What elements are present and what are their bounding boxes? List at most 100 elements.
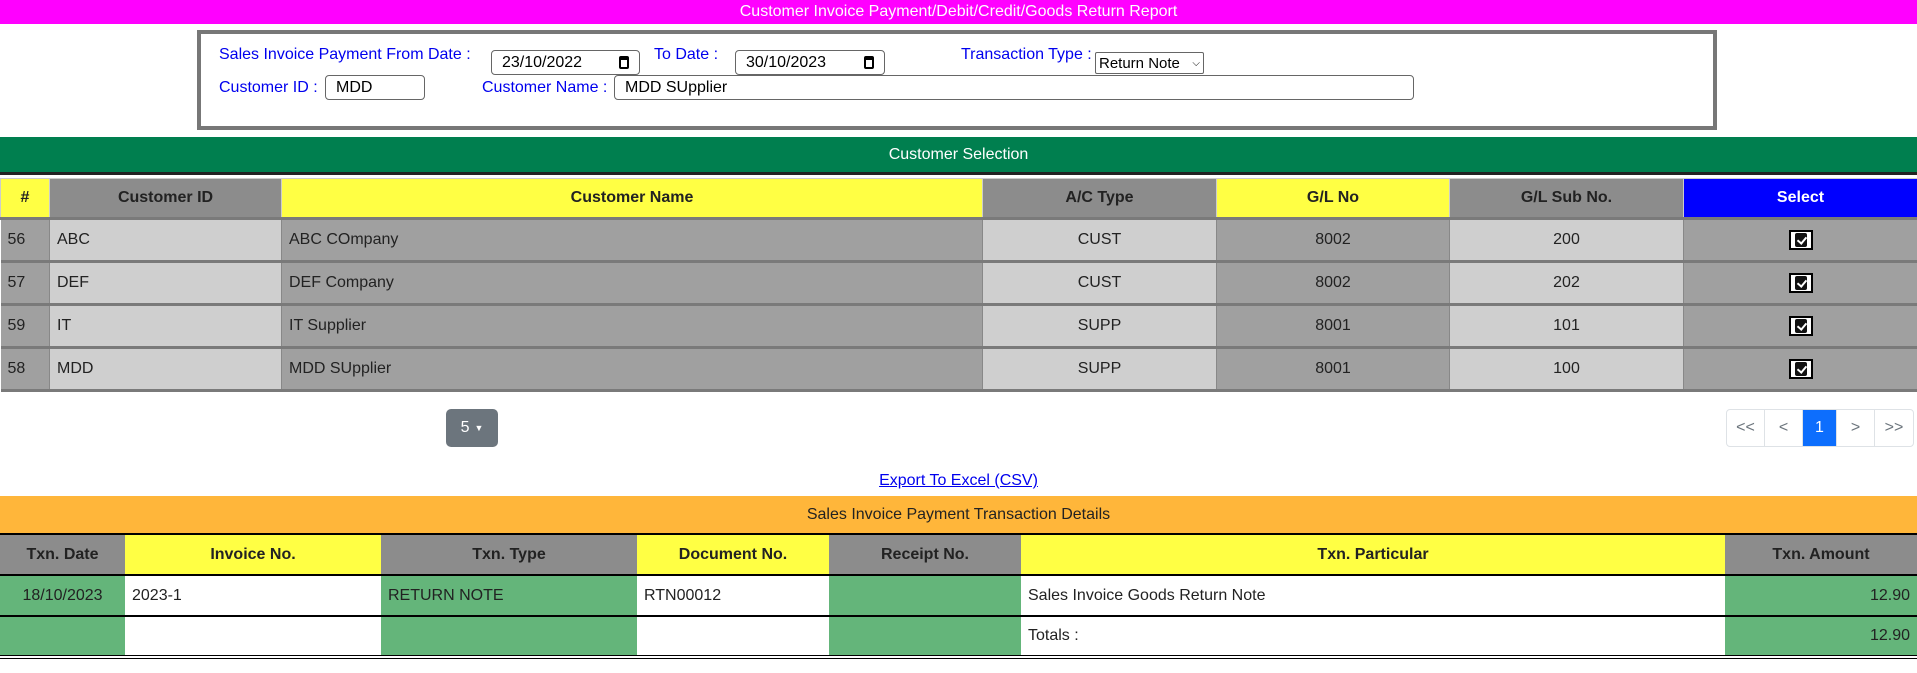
customer-selection-title: Customer Selection [0, 137, 1917, 175]
col-header: A/C Type [982, 178, 1217, 219]
txn-type-value: Return Note [1099, 54, 1180, 72]
ac-type: SUPP [982, 303, 1217, 349]
customer-table: # Customer ID Customer Name A/C Type G/L… [0, 178, 1917, 392]
export-csv-link[interactable]: Export To Excel (CSV) [0, 472, 1917, 490]
report-title: Customer Invoice Payment/Debit/Credit/Go… [0, 0, 1917, 24]
prev-page-button[interactable]: < [1765, 410, 1803, 446]
table-row: 57 DEF DEF Company CUST 8002 202 [0, 260, 1917, 306]
gl-sub-no: 100 [1449, 346, 1684, 392]
customer-id: MDD [49, 346, 282, 392]
col-header: Select [1683, 178, 1917, 219]
select-checkbox[interactable] [1788, 273, 1813, 293]
col-header: Txn. Particular [1021, 535, 1725, 575]
empty-cell [829, 615, 1021, 657]
ac-type: CUST [982, 217, 1217, 263]
table-row: 56 ABC ABC COmpany CUST 8002 200 [0, 217, 1917, 263]
transactions-table: Txn. Date Invoice No. Txn. Type Document… [0, 535, 1917, 659]
col-header: # [0, 178, 50, 219]
ac-type: SUPP [982, 346, 1217, 392]
select-checkbox[interactable] [1788, 230, 1813, 250]
col-header: Customer ID [49, 178, 282, 219]
row-number: 56 [0, 217, 50, 263]
transactions-title: Sales Invoice Payment Transaction Detail… [0, 496, 1917, 535]
empty-cell [381, 615, 637, 657]
calendar-icon[interactable] [619, 56, 629, 69]
to-date-input[interactable]: 30/10/2023 [735, 50, 885, 75]
to-date-label: To Date : [654, 46, 719, 63]
page-size-dropdown[interactable]: 5 ▼ [446, 409, 498, 447]
col-header: G/L No [1216, 178, 1450, 219]
document-no: RTN00012 [637, 574, 829, 616]
row-number: 59 [0, 303, 50, 349]
select-cell [1683, 217, 1917, 263]
gl-sub-no: 202 [1449, 260, 1684, 306]
from-date-input[interactable]: 23/10/2022 [491, 50, 640, 75]
col-header: Txn. Amount [1725, 535, 1917, 575]
customer-id: ABC [49, 217, 282, 263]
col-header: Invoice No. [125, 535, 381, 575]
row-number: 57 [0, 260, 50, 306]
select-checkbox[interactable] [1788, 359, 1813, 379]
col-header: Customer Name [281, 178, 983, 219]
customer-name: MDD SUpplier [281, 346, 983, 392]
customer-name: DEF Company [281, 260, 983, 306]
txn-type-select[interactable]: Return Note ⌵ [1095, 52, 1204, 74]
totals-label: Totals : [1021, 615, 1725, 657]
ac-type: CUST [982, 260, 1217, 306]
customer-name-label: Customer Name : [482, 79, 608, 96]
total-amount: 12.90 [1725, 615, 1917, 657]
customer-name-input[interactable]: MDD SUpplier [614, 75, 1414, 100]
col-header: Txn. Date [0, 535, 125, 575]
gl-no: 8001 [1216, 303, 1450, 349]
from-date-value: 23/10/2022 [502, 53, 583, 71]
to-date-value: 30/10/2023 [746, 53, 827, 71]
page-size-value: 5 [460, 419, 470, 436]
col-header: Receipt No. [829, 535, 1021, 575]
row-number: 58 [0, 346, 50, 392]
table-header: # Customer ID Customer Name A/C Type G/L… [0, 178, 1917, 219]
customer-id-input[interactable]: MDD [325, 75, 425, 100]
select-cell [1683, 303, 1917, 349]
table-row: 59 IT IT Supplier SUPP 8001 101 [0, 303, 1917, 349]
totals-row: Totals : 12.90 [0, 615, 1917, 657]
col-header: Document No. [637, 535, 829, 575]
col-header: G/L Sub No. [1449, 178, 1684, 219]
empty-cell [0, 615, 125, 657]
chevron-down-icon: ⌵ [1192, 57, 1200, 69]
txn-amount: 12.90 [1725, 574, 1917, 616]
filter-panel: Sales Invoice Payment From Date : 23/10/… [197, 30, 1717, 130]
txn-particular: Sales Invoice Goods Return Note [1021, 574, 1725, 616]
gl-sub-no: 200 [1449, 217, 1684, 263]
customer-id: DEF [49, 260, 282, 306]
next-page-button[interactable]: > [1837, 410, 1875, 446]
gl-no: 8002 [1216, 217, 1450, 263]
select-cell [1683, 260, 1917, 306]
gl-no: 8002 [1216, 260, 1450, 306]
gl-sub-no: 101 [1449, 303, 1684, 349]
last-page-button[interactable]: >> [1875, 410, 1913, 446]
table-row: 58 MDD MDD SUpplier SUPP 8001 100 [0, 346, 1917, 392]
customer-name: ABC COmpany [281, 217, 983, 263]
customer-name-value: MDD SUpplier [625, 78, 728, 96]
empty-cell [637, 615, 829, 657]
first-page-button[interactable]: << [1727, 410, 1765, 446]
from-date-label: Sales Invoice Payment From Date : [219, 46, 471, 63]
col-header: Txn. Type [381, 535, 637, 575]
table-header: Txn. Date Invoice No. Txn. Type Document… [0, 535, 1917, 575]
txn-type: RETURN NOTE [381, 574, 637, 616]
gl-no: 8001 [1216, 346, 1450, 392]
customer-id-value: MDD [336, 78, 373, 96]
table-row: 18/10/2023 2023-1 RETURN NOTE RTN00012 S… [0, 574, 1917, 616]
calendar-icon[interactable] [864, 56, 874, 69]
select-checkbox[interactable] [1788, 316, 1813, 336]
customer-name: IT Supplier [281, 303, 983, 349]
txn-type-label: Transaction Type : [961, 46, 1092, 63]
page-1-button[interactable]: 1 [1803, 410, 1837, 446]
invoice-no: 2023-1 [125, 574, 381, 616]
customer-id-label: Customer ID : [219, 79, 318, 96]
customer-id: IT [49, 303, 282, 349]
txn-date: 18/10/2023 [0, 574, 125, 616]
empty-cell [125, 615, 381, 657]
receipt-no [829, 574, 1021, 616]
caret-down-icon: ▼ [474, 423, 484, 433]
